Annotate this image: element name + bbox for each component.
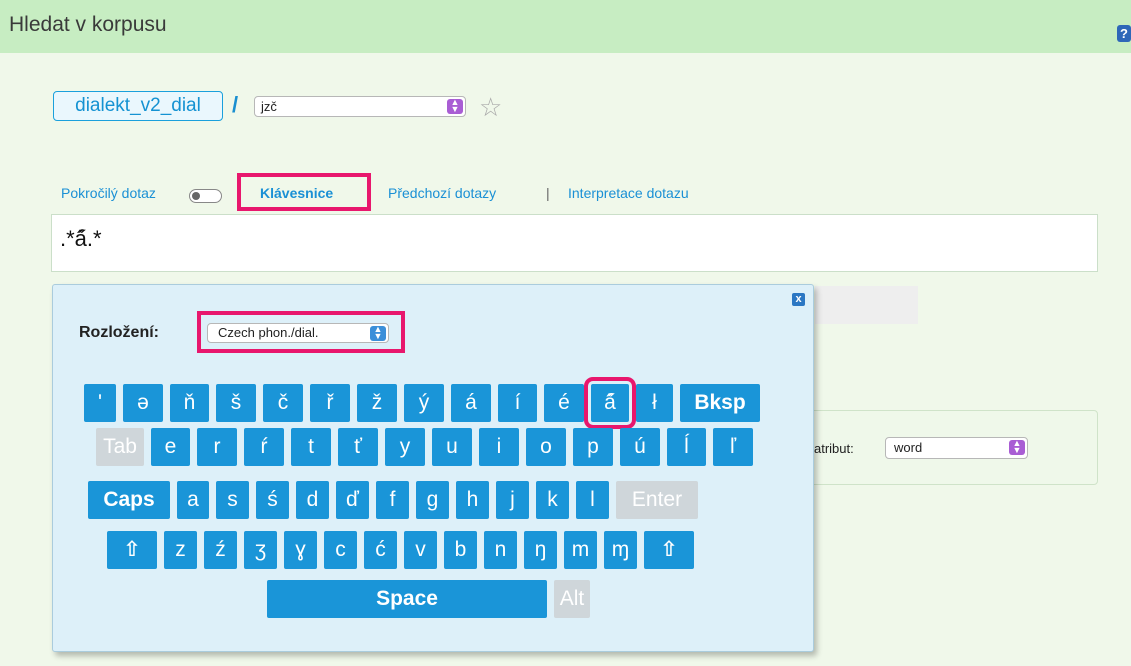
previous-queries-link[interactable]: Předchozí dotazy [388,185,496,201]
key-ď[interactable]: ď [336,481,369,519]
toolbar-separator: | [546,185,550,201]
layout-highlight-box: Czech phon./dial. ▲ ▼ [197,311,405,353]
key-r[interactable]: r [197,428,237,466]
key-bksp[interactable]: Bksp [680,384,760,422]
key-ś[interactable]: ś [256,481,289,519]
key-a[interactable]: a [177,481,209,519]
key-ž[interactable]: ž [357,384,397,422]
select-arrows-icon: ▲ ▼ [1009,439,1025,455]
key-ľ[interactable]: ľ [713,428,753,466]
key-n[interactable]: n [484,531,517,569]
keyboard-row: Space Alt [267,580,597,618]
key-y[interactable]: y [385,428,425,466]
key-o[interactable]: o [526,428,566,466]
layout-select[interactable]: Czech phon./dial. ▲ ▼ [207,323,389,343]
key-í[interactable]: í [498,384,537,422]
close-icon[interactable]: x [792,293,805,306]
key-ə[interactable]: ə [123,384,163,422]
key-ʒ[interactable]: ʒ [244,531,277,569]
attribute-label: atribut: [814,441,854,456]
key-f[interactable]: f [376,481,409,519]
key-ŋ[interactable]: ŋ [524,531,557,569]
key-p[interactable]: p [573,428,613,466]
key-ň[interactable]: ň [170,384,209,422]
key-l[interactable]: l [576,481,609,519]
key-ŕ[interactable]: ŕ [244,428,284,466]
key-e[interactable]: e [151,428,190,466]
key-ý[interactable]: ý [404,384,444,422]
subcorpus-select[interactable]: jzč ▲ ▼ [254,96,466,117]
page-title: Hledat v korpusu [9,13,167,36]
key-m[interactable]: m [564,531,597,569]
key-ɣ[interactable]: ɣ [284,531,317,569]
key-ú[interactable]: ú [620,428,660,466]
keyboard-row: Tab e r ŕ t ť y u i o p ú ĺ ľ [96,428,760,466]
key-é[interactable]: é [544,384,584,422]
layout-value: Czech phon./dial. [218,325,319,340]
keyboard-link[interactable]: Klávesnice [260,185,333,201]
key-á[interactable]: á [451,384,491,422]
advanced-query-label[interactable]: Pokročilý dotaz [61,185,156,201]
attribute-value: word [894,440,923,455]
query-input[interactable]: .*á̋.* [51,214,1098,272]
key-caps[interactable]: Caps [88,481,170,519]
layout-label: Rozložení: [79,324,159,341]
query-interpretation-link[interactable]: Interpretace dotazu [568,185,689,201]
key-ł[interactable]: ł [636,384,673,422]
key-ʹ[interactable]: ʹ [84,384,116,422]
corpus-select-button[interactable]: dialekt_v2_dial [53,91,223,121]
subcorpus-value: jzč [261,99,277,114]
page-header: Hledat v korpusu ? [0,0,1131,53]
key-š[interactable]: š [216,384,256,422]
keyboard-row: ⇧ z ź ʒ ɣ c ć v b n ŋ m ɱ ⇧ [107,531,701,569]
key-t[interactable]: t [291,428,331,466]
key-d[interactable]: d [296,481,329,519]
key-ź[interactable]: ź [204,531,237,569]
key-u[interactable]: u [432,428,472,466]
key-ĺ[interactable]: ĺ [667,428,706,466]
key-s[interactable]: s [216,481,249,519]
key-enter[interactable]: Enter [616,481,698,519]
key-ř[interactable]: ř [310,384,350,422]
select-arrows-icon: ▲ ▼ [370,325,386,341]
star-icon[interactable]: ☆ [479,94,502,120]
key-k[interactable]: k [536,481,569,519]
key-ɱ[interactable]: ɱ [604,531,637,569]
select-arrows-icon: ▲ ▼ [447,98,463,114]
background-field [815,286,918,324]
key-tab[interactable]: Tab [96,428,144,466]
key-ť[interactable]: ť [338,428,378,466]
key-á̋[interactable]: á̋ [584,377,636,429]
advanced-query-toggle[interactable] [189,189,222,203]
key-⇧[interactable]: ⇧ [107,531,157,569]
key-b[interactable]: b [444,531,477,569]
key-alt[interactable]: Alt [554,580,590,618]
key-space[interactable]: Space [267,580,547,618]
corpus-separator: / [232,92,239,117]
attribute-select[interactable]: word ▲ ▼ [885,437,1028,459]
keyboard-row: Caps a s ś d ď f g h j k l Enter [88,481,705,519]
key-c[interactable]: c [324,531,357,569]
virtual-keyboard-panel: x Rozložení: Czech phon./dial. ▲ ▼ ʹəňščř… [52,284,814,652]
key-j[interactable]: j [496,481,529,519]
keyboard-row: ʹ ə ň š č ř ž ý á í é á̋ ł Bksp [84,377,767,429]
key-z[interactable]: z [164,531,197,569]
key-v[interactable]: v [404,531,437,569]
key-č[interactable]: č [263,384,303,422]
key-g[interactable]: g [416,481,449,519]
key-i[interactable]: i [479,428,519,466]
key-h[interactable]: h [456,481,489,519]
key-⇧[interactable]: ⇧ [644,531,694,569]
help-icon[interactable]: ? [1117,25,1131,42]
key-ć[interactable]: ć [364,531,397,569]
